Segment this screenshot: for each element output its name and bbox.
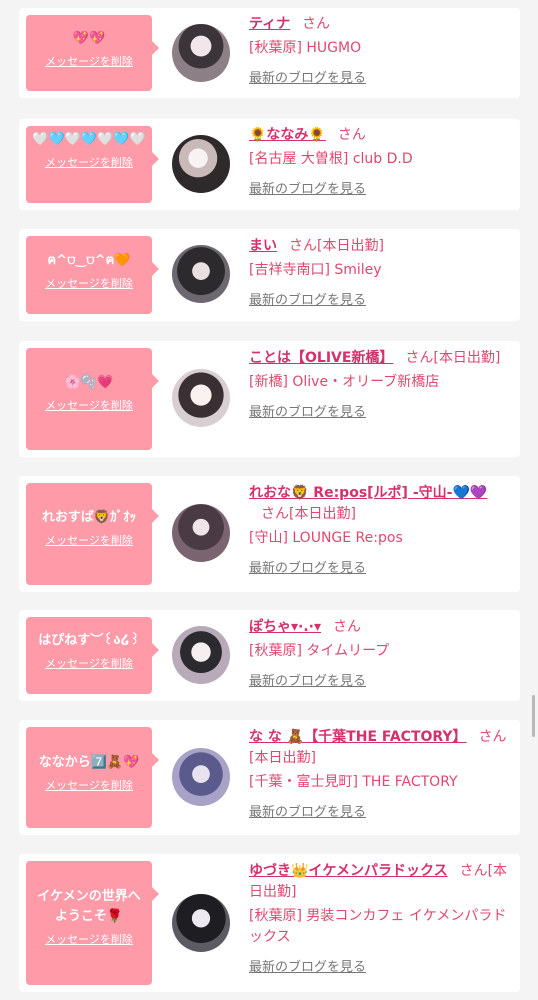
message-bubble: 🌸🫧💗 メッセージを削除 <box>26 348 159 450</box>
message-card: イケメンの世界へようこそ🌹 メッセージを削除 ゆづき👑イケメンパラドックス さん[… <box>19 854 520 992</box>
delete-message-link[interactable]: メッセージを削除 <box>26 397 152 413</box>
avatar[interactable] <box>172 245 230 303</box>
message-bubble: 🤍🩵🤍🩵🤍🩵🤍 メッセージを削除 <box>26 126 159 203</box>
message-text: はぴねす︶꒰ა໒꒱ <box>38 633 140 648</box>
delete-message-link[interactable]: メッセージを削除 <box>26 53 152 69</box>
shop-label: [秋葉原] タイムリープ <box>249 643 390 659</box>
shop-label: [名古屋 大曽根] club D.D <box>249 151 413 167</box>
shop-label: [千葉・富士見町] THE FACTORY <box>249 774 458 790</box>
message-card: れおすば🦁ｶﾞｵｯ メッセージを削除 れおな🦁 Re:pos[ルポ] -守山-💙… <box>19 476 520 592</box>
avatar[interactable] <box>172 24 230 82</box>
message-card: はぴねす︶꒰ა໒꒱ メッセージを削除 ぽちゃ▾·.·▾ さん [秋葉原] タイムリ… <box>19 610 520 701</box>
delete-message-link[interactable]: メッセージを削除 <box>26 931 152 947</box>
message-text: 🤍🩵🤍🩵🤍🩵🤍 <box>32 132 146 147</box>
shop-label: [新橋] Olive・オリーブ新橋店 <box>249 374 440 390</box>
latest-blog-link[interactable]: 最新のブログを見る <box>249 179 510 200</box>
avatar[interactable] <box>172 504 230 562</box>
honorific-label: さん <box>333 619 362 635</box>
shop-label: [守山] LOUNGE Re:pos <box>249 530 403 546</box>
latest-blog-link[interactable]: 最新のブログを見る <box>249 402 510 423</box>
latest-blog-link[interactable]: 最新のブログを見る <box>249 671 510 692</box>
message-card: 🌸🫧💗 メッセージを削除 ことは【OLIVE新橋】 さん[本日出勤] [新橋] O… <box>19 341 520 457</box>
latest-blog-link[interactable]: 最新のブログを見る <box>249 957 510 978</box>
message-bubble: ฅ^⩌‿⩌^ฅ🧡 メッセージを削除 <box>26 236 159 314</box>
delete-message-link[interactable]: メッセージを削除 <box>26 777 152 793</box>
avatar[interactable] <box>172 369 230 427</box>
honorific-label: さん[本日出勤] <box>261 506 356 522</box>
cast-name-link[interactable]: まい <box>249 238 277 254</box>
message-card: 🤍🩵🤍🩵🤍🩵🤍 メッセージを削除 🌻ななみ🌻 さん [名古屋 大曽根] club … <box>19 119 520 210</box>
message-card: ฅ^⩌‿⩌^ฅ🧡 メッセージを削除 まい さん[本日出勤] [吉祥寺南口] Smi… <box>19 229 520 321</box>
avatar[interactable] <box>172 894 230 952</box>
message-bubble: れおすば🦁ｶﾞｵｯ メッセージを削除 <box>26 483 159 585</box>
avatar[interactable] <box>172 748 230 806</box>
cast-name-link[interactable]: ことは【OLIVE新橋】 <box>249 350 393 366</box>
delete-message-link[interactable]: メッセージを削除 <box>26 532 152 548</box>
latest-blog-link[interactable]: 最新のブログを見る <box>249 558 510 579</box>
avatar[interactable] <box>172 135 230 193</box>
message-text: イケメンの世界へようこそ🌹 <box>37 889 141 924</box>
cast-name-link[interactable]: ティナ <box>249 16 290 32</box>
latest-blog-link[interactable]: 最新のブログを見る <box>249 290 510 311</box>
message-text: 💖💖 <box>72 31 106 46</box>
cast-name-link[interactable]: ゆづき👑イケメンパラドックス <box>249 863 448 879</box>
message-text: れおすば🦁ｶﾞｵｯ <box>41 510 137 525</box>
delete-message-link[interactable]: メッセージを削除 <box>26 655 152 671</box>
honorific-label: さん <box>302 16 331 32</box>
delete-message-link[interactable]: メッセージを削除 <box>26 154 152 170</box>
latest-blog-link[interactable]: 最新のブログを見る <box>249 68 510 89</box>
latest-blog-link[interactable]: 最新のブログを見る <box>249 802 510 823</box>
scrollbar[interactable] <box>532 695 535 737</box>
message-bubble: 💖💖 メッセージを削除 <box>26 15 159 91</box>
shop-label: [秋葉原] 男装コンカフェ イケメンパラドックス <box>249 908 507 945</box>
cast-name-link[interactable]: れおな🦁 Re:pos[ルポ] -守山-💙💜 <box>249 485 487 501</box>
message-card: ななから7️⃣🧸💖 メッセージを削除 な な 🧸【千葉THE FACTORY】さ… <box>19 720 520 835</box>
honorific-label: さん[本日出勤] <box>289 238 384 254</box>
shop-label: [秋葉原] HUGMO <box>249 40 362 56</box>
message-text: ฅ^⩌‿⩌^ฅ🧡 <box>47 253 131 268</box>
message-card: 💖💖 メッセージを削除 ティナ さん [秋葉原] HUGMO 最新のブログを見る <box>19 8 520 98</box>
message-bubble: はぴねす︶꒰ა໒꒱ メッセージを削除 <box>26 617 159 694</box>
cast-name-link[interactable]: な な 🧸【千葉THE FACTORY】 <box>249 729 467 745</box>
shop-label: [吉祥寺南口] Smiley <box>249 262 382 278</box>
cast-name-link[interactable]: 🌻ななみ🌻 <box>249 127 326 143</box>
honorific-label: さん <box>337 127 366 143</box>
message-text: ななから7️⃣🧸💖 <box>38 755 140 770</box>
message-text: 🌸🫧💗 <box>64 375 114 390</box>
message-bubble: ななから7️⃣🧸💖 メッセージを削除 <box>26 727 159 828</box>
delete-message-link[interactable]: メッセージを削除 <box>26 275 152 291</box>
message-bubble: イケメンの世界へようこそ🌹 メッセージを削除 <box>26 861 159 985</box>
honorific-label: さん[本日出勤] <box>405 350 501 366</box>
avatar[interactable] <box>172 626 230 684</box>
cast-name-link[interactable]: ぽちゃ▾·.·▾ <box>249 619 321 635</box>
